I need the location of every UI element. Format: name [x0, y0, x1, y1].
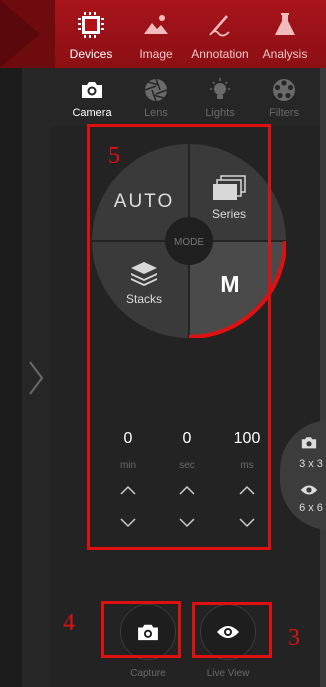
- tab-devices-label: Devices: [69, 47, 113, 61]
- annotation-number-3: 3: [288, 625, 300, 651]
- subtab-lights-label: Lights: [205, 107, 235, 119]
- grid-6x6-option[interactable]: 6 x 6: [288, 502, 326, 514]
- filters-icon: [273, 79, 295, 101]
- tab-annotation-label: Annotation: [191, 47, 249, 61]
- live-view-label: Live View: [206, 668, 250, 679]
- annotation-box-3: [192, 602, 272, 658]
- right-edge-scrollbar: [320, 0, 326, 687]
- subtab-filters[interactable]: Filters: [254, 68, 314, 126]
- subtab-camera-label: Camera: [72, 107, 112, 119]
- subtab-lens[interactable]: Lens: [126, 68, 186, 126]
- annotation-number-5: 5: [108, 143, 120, 169]
- subtab-lights[interactable]: Lights: [190, 68, 250, 126]
- annotation-box-5: [87, 124, 271, 550]
- subtab-camera[interactable]: Camera: [62, 68, 122, 126]
- subtab-filters-label: Filters: [269, 107, 299, 119]
- device-subnav: Camera Lens Lights Filters: [50, 68, 320, 126]
- tab-analysis-label: Analysis: [262, 47, 308, 61]
- top-navigation: Devices Image Annotation Analysis: [0, 0, 326, 68]
- subtab-lens-label: Lens: [144, 107, 168, 119]
- annotation-number-4: 4: [63, 610, 75, 636]
- tab-image-label: Image: [139, 47, 173, 61]
- annotation-icon: [209, 15, 230, 37]
- left-strip: [0, 0, 22, 687]
- tab-analysis[interactable]: Analysis: [258, 0, 312, 68]
- annotation-box-4: [101, 601, 181, 658]
- grid-3x3-option[interactable]: 3 x 3: [288, 458, 326, 470]
- tab-annotation[interactable]: Annotation: [186, 0, 254, 68]
- expand-chevron-icon[interactable]: [28, 360, 44, 396]
- tab-devices[interactable]: Devices: [62, 0, 120, 68]
- capture-label: Capture: [130, 668, 166, 679]
- camera-icon: [82, 82, 102, 98]
- grid-camera-icon: [301, 437, 317, 449]
- analysis-icon: [275, 13, 295, 35]
- tab-image[interactable]: Image: [128, 0, 184, 68]
- grid-eye-icon: [300, 485, 318, 495]
- image-icon: [144, 15, 168, 34]
- devices-icon: [78, 12, 104, 38]
- lights-icon: [210, 78, 230, 99]
- lens-icon: [144, 78, 168, 102]
